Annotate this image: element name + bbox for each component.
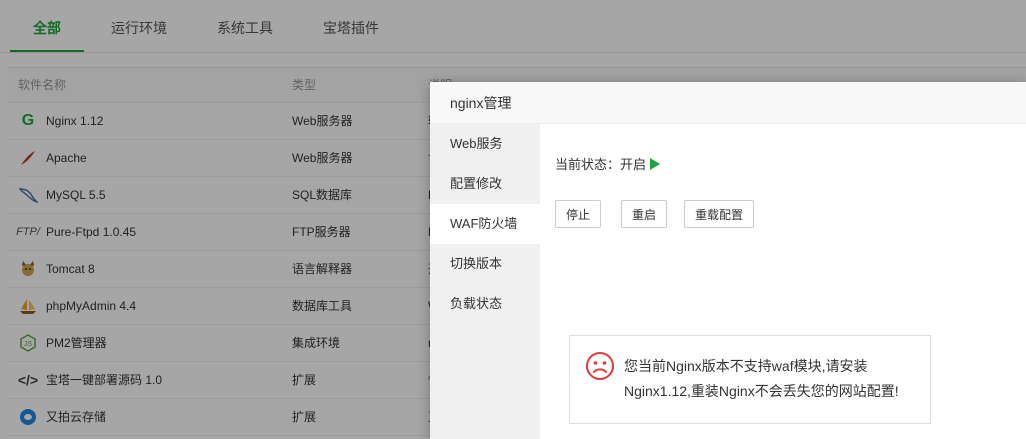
dialog-content: 当前状态：开启 停止 重启 重载配置 您当前Nginx版本不支持waf模块,请安… bbox=[540, 124, 1026, 439]
dialog-sidebar: Web服务 配置修改 WAF防火墙 切换版本 负载状态 bbox=[430, 124, 540, 439]
menu-load-status[interactable]: 负载状态 bbox=[430, 284, 540, 324]
sad-face-icon bbox=[586, 352, 614, 380]
menu-switch-version[interactable]: 切换版本 bbox=[430, 244, 540, 284]
stop-button[interactable]: 停止 bbox=[555, 200, 602, 228]
nginx-manager-dialog: nginx管理 Web服务 配置修改 WAF防火墙 切换版本 负载状态 当前状态… bbox=[430, 82, 1026, 439]
waf-unsupported-alert: 您当前Nginx版本不支持waf模块,请安装Nginx1.12,重装Nginx不… bbox=[569, 335, 931, 424]
menu-waf-firewall[interactable]: WAF防火墙 bbox=[430, 204, 540, 244]
restart-button[interactable]: 重启 bbox=[621, 200, 668, 228]
status-label: 当前状态：开启 bbox=[555, 157, 647, 172]
play-icon bbox=[650, 158, 661, 170]
service-status: 当前状态：开启 bbox=[555, 154, 661, 173]
dialog-title: nginx管理 bbox=[430, 82, 1026, 124]
reload-config-button[interactable]: 重载配置 bbox=[684, 200, 755, 228]
menu-web-service[interactable]: Web服务 bbox=[430, 124, 540, 164]
menu-config-edit[interactable]: 配置修改 bbox=[430, 164, 540, 204]
alert-message: 您当前Nginx版本不支持waf模块,请安装Nginx1.12,重装Nginx不… bbox=[624, 358, 899, 399]
